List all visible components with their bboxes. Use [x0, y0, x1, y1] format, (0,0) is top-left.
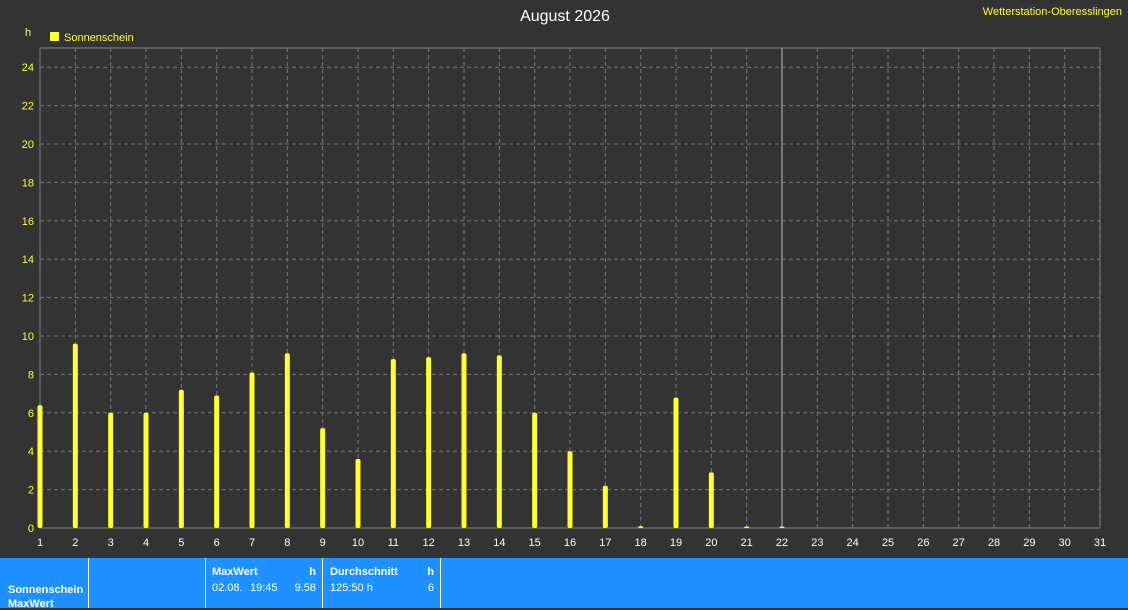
y-tick-label: 14 [22, 254, 34, 266]
bar-sunshine [708, 472, 714, 528]
bar-sunshine [178, 389, 184, 528]
row-label-maxwert: MaxWert [8, 598, 54, 610]
bar-sunshine [461, 353, 467, 528]
x-tick-label: 27 [953, 537, 965, 549]
statistics-footer: Sonnenschein MaxWert MaxWert h 02.08. 19… [0, 558, 1128, 610]
y-tick-label: 4 [28, 446, 34, 458]
x-tick-label: 11 [388, 537, 399, 549]
x-tick-label: 17 [599, 537, 611, 549]
y-tick-label: 6 [28, 408, 34, 420]
x-tick-label: 3 [108, 537, 114, 549]
y-tick-label: 18 [22, 177, 34, 189]
bar-sunshine [355, 458, 361, 528]
x-tick-label: 30 [1059, 537, 1071, 549]
bar-sunshine [37, 405, 43, 528]
bar-sunshine [567, 451, 573, 528]
x-tick-label: 29 [1023, 537, 1035, 549]
legend-swatch [50, 32, 59, 41]
avg-header: Durchschnitt [330, 566, 398, 578]
max-time: 19:45 [250, 582, 278, 594]
y-tick-label: 12 [22, 293, 34, 305]
x-tick-label: 2 [72, 537, 78, 549]
bar-sunshine [320, 428, 326, 528]
bar-sunshine [284, 353, 290, 528]
y-tick-label: 20 [22, 139, 34, 151]
max-value: 9.58 [294, 582, 316, 594]
bar-sunshine [72, 343, 78, 528]
x-tick-label: 12 [423, 537, 435, 549]
y-tick-label: 0 [28, 523, 34, 535]
empty-cell [89, 558, 206, 608]
sunshine-chart: August 2026 h Sonnenschein 1 2 3 4 5 6 7 8 9 10 11… [22, 8, 1106, 549]
y-tick-label: 2 [28, 485, 34, 497]
bar-sunshine [214, 395, 220, 528]
bar-sunshine [108, 412, 114, 528]
x-tick-label: 23 [811, 537, 823, 549]
max-date: 02.08. [212, 582, 243, 594]
bar-sunshine [638, 526, 644, 528]
x-tick-label: 6 [214, 537, 220, 549]
x-tick-label: 26 [917, 537, 929, 549]
x-tick-label: 21 [741, 537, 753, 549]
x-tick-label: 31 [1094, 537, 1106, 549]
x-tick-label: 24 [847, 537, 859, 549]
x-tick-label: 16 [564, 537, 576, 549]
y-tick-label: 24 [22, 62, 34, 74]
x-tick-label: 19 [670, 537, 682, 549]
legend-label: Sonnenschein [64, 32, 134, 44]
max-value-cell: MaxWert h 02.08. 19:45 9.58 [206, 558, 323, 608]
x-tick-label: 28 [988, 537, 1000, 549]
bar-sunshine [143, 412, 149, 528]
bar-sunshine [744, 526, 750, 528]
bar-sunshine [532, 412, 538, 528]
bar-sunshine [390, 359, 396, 528]
x-tick-label: 25 [882, 537, 894, 549]
row-label-cell: Sonnenschein MaxWert [0, 558, 89, 610]
x-tick-label: 4 [143, 537, 149, 549]
bar-sunshine [673, 397, 679, 528]
bar-sunshine [779, 526, 785, 528]
x-tick-label: 18 [635, 537, 647, 549]
x-tick-label: 5 [178, 537, 184, 549]
y-tick-label: 22 [22, 101, 34, 113]
x-tick-label: 7 [249, 537, 255, 549]
avg-value: 6 [427, 582, 434, 594]
y-tick-label: 8 [28, 369, 34, 381]
chart-title: August 2026 [520, 8, 610, 25]
y-tick-label: 16 [22, 216, 34, 228]
station-name: Wetterstation-Oberesslingen [982, 6, 1122, 18]
bar-sunshine [602, 485, 608, 528]
x-tick-label: 10 [352, 537, 364, 549]
y-tick-label: 10 [22, 331, 34, 343]
bar-sunshine [426, 357, 432, 528]
x-tick-label: 9 [320, 537, 326, 549]
x-tick-label: 8 [284, 537, 290, 549]
max-unit: h [309, 566, 316, 578]
x-tick-label: 15 [529, 537, 541, 549]
max-header: MaxWert [212, 566, 258, 578]
average-cell: Durchschnitt h 125:50 h 6 [323, 558, 441, 608]
avg-total: 125:50 h [330, 582, 373, 594]
x-tick-label: 1 [37, 537, 43, 549]
x-tick-label: 13 [458, 537, 470, 549]
row-label-sunshine: Sonnenschein [8, 584, 84, 596]
bar-sunshine [249, 372, 255, 528]
x-tick-label: 14 [493, 537, 505, 549]
y-axis-unit: h [25, 27, 31, 39]
x-tick-label: 22 [776, 537, 788, 549]
x-tick-label: 20 [705, 537, 717, 549]
avg-unit: h [427, 566, 434, 578]
bar-sunshine [496, 355, 502, 528]
